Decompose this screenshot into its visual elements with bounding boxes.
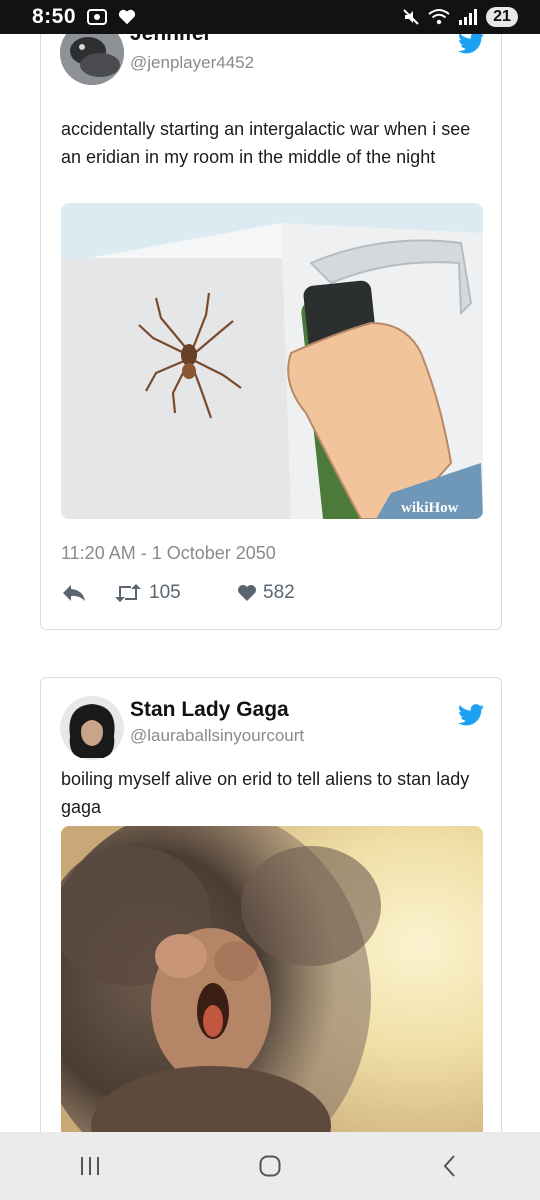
twitter-bird-icon[interactable]	[458, 704, 484, 726]
battery-level: 21	[486, 7, 518, 27]
retweet-button[interactable]: 105	[113, 582, 209, 604]
tweet-media-image[interactable]	[61, 826, 483, 1166]
tweet-author-handle[interactable]: @jenplayer4452	[130, 53, 254, 73]
mute-icon	[402, 8, 420, 26]
reply-button[interactable]	[61, 583, 113, 603]
recent-apps-button[interactable]	[60, 1146, 120, 1186]
home-button[interactable]	[240, 1146, 300, 1186]
heart-icon	[238, 585, 256, 601]
wikihow-watermark: wikiHow	[401, 500, 459, 516]
status-time: 8:50	[32, 5, 77, 28]
tweet-media-image[interactable]: wikiHow	[61, 203, 483, 519]
tweet-actions: 105 582	[61, 582, 295, 604]
spider-illustration: wikiHow	[61, 203, 483, 519]
screenshot-icon	[86, 7, 108, 27]
like-count: 582	[263, 582, 295, 603]
signal-icon	[458, 8, 478, 26]
tweet-card[interactable]: Stan Lady Gaga @lauraballsinyourcourt bo…	[40, 677, 502, 1197]
like-button[interactable]: 582	[237, 582, 295, 604]
tweet-text: accidentally starting an intergalactic w…	[61, 119, 471, 167]
retweet-icon	[115, 584, 141, 602]
tweet-author-name[interactable]: Stan Lady Gaga	[130, 698, 289, 722]
back-icon	[443, 1155, 455, 1177]
status-bar: 8:50 21	[0, 0, 540, 34]
home-icon	[259, 1155, 281, 1177]
screaming-face-image	[61, 826, 483, 1166]
back-button[interactable]	[420, 1146, 480, 1186]
reply-icon	[63, 585, 85, 601]
avatar[interactable]	[60, 696, 124, 760]
tweet-card[interactable]: Jennifer @jenplayer4452 accidentally sta…	[40, 0, 502, 630]
tweet-text: boiling myself alive on erid to tell ali…	[61, 769, 470, 817]
heart-status-icon	[118, 8, 136, 26]
tweet-author-handle[interactable]: @lauraballsinyourcourt	[130, 726, 304, 746]
retweet-count: 105	[149, 582, 181, 603]
wifi-icon	[428, 8, 450, 26]
twitter-bird-icon[interactable]	[458, 32, 484, 54]
recent-apps-icon	[81, 1157, 99, 1175]
system-nav-bar	[0, 1132, 540, 1200]
tweet-timestamp[interactable]: 11:20 AM - 1 October 2050	[61, 543, 276, 564]
